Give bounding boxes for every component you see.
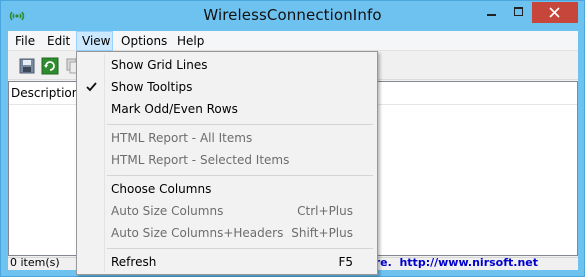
- menu-item-show-tooltips[interactable]: Show Tooltips: [79, 76, 375, 98]
- menu-item-label: Auto Size Columns+Headers: [111, 226, 284, 240]
- menu-options[interactable]: Options: [115, 31, 173, 51]
- app-window: WirelessConnectionInfo File Edit View Op…: [0, 0, 585, 277]
- menu-bar: File Edit View Options Help: [8, 31, 578, 51]
- menu-separator: [107, 175, 373, 176]
- minimize-button[interactable]: [478, 2, 505, 23]
- menu-item-show-grid-lines[interactable]: Show Grid Lines: [79, 54, 375, 76]
- menu-separator: [107, 248, 373, 249]
- menu-item-label: HTML Report - All Items: [111, 131, 253, 145]
- view-menu-dropdown: Show Grid Lines Show Tooltips Mark Odd/E…: [76, 51, 378, 275]
- save-icon[interactable]: [18, 57, 36, 75]
- menu-view[interactable]: View: [76, 31, 113, 51]
- menu-item-mark-odd-even-rows[interactable]: Mark Odd/Even Rows: [79, 98, 375, 120]
- menu-item-label: Choose Columns: [111, 182, 212, 196]
- menu-item-refresh[interactable]: Refresh F5: [79, 251, 375, 273]
- menu-item-label: Auto Size Columns: [111, 204, 224, 218]
- title-bar[interactable]: WirelessConnectionInfo: [1, 1, 584, 31]
- menu-edit[interactable]: Edit: [41, 31, 76, 51]
- item-count: 0 item(s): [10, 256, 60, 269]
- menu-item-html-report-all[interactable]: HTML Report - All Items: [79, 127, 375, 149]
- menu-item-html-report-selected[interactable]: HTML Report - Selected Items: [79, 149, 375, 171]
- menu-item-shortcut: Ctrl+Plus: [297, 204, 353, 218]
- column-header-description[interactable]: Description: [9, 82, 79, 105]
- menu-item-auto-size-columns[interactable]: Auto Size Columns Ctrl+Plus: [79, 200, 375, 222]
- checkmark-icon: [86, 82, 97, 92]
- menu-separator: [107, 124, 373, 125]
- menu-item-label: Mark Odd/Even Rows: [111, 102, 238, 116]
- menu-item-label: Show Tooltips: [111, 80, 193, 94]
- close-icon: [549, 7, 560, 18]
- menu-item-label: Show Grid Lines: [111, 58, 208, 72]
- menu-item-label: HTML Report - Selected Items: [111, 153, 290, 167]
- maximize-icon: [514, 7, 523, 16]
- menu-item-shortcut: Shift+Plus: [291, 226, 353, 240]
- menu-item-shortcut: F5: [338, 255, 353, 269]
- menu-item-auto-size-columns-headers[interactable]: Auto Size Columns+Headers Shift+Plus: [79, 222, 375, 244]
- refresh-icon[interactable]: [41, 57, 59, 75]
- menu-file[interactable]: File: [9, 31, 41, 51]
- maximize-button[interactable]: [505, 2, 532, 23]
- menu-item-label: Refresh: [111, 255, 157, 269]
- close-button[interactable]: [532, 2, 578, 23]
- menu-item-choose-columns[interactable]: Choose Columns: [79, 178, 375, 200]
- minimize-icon: [487, 14, 496, 16]
- menu-help[interactable]: Help: [171, 31, 210, 51]
